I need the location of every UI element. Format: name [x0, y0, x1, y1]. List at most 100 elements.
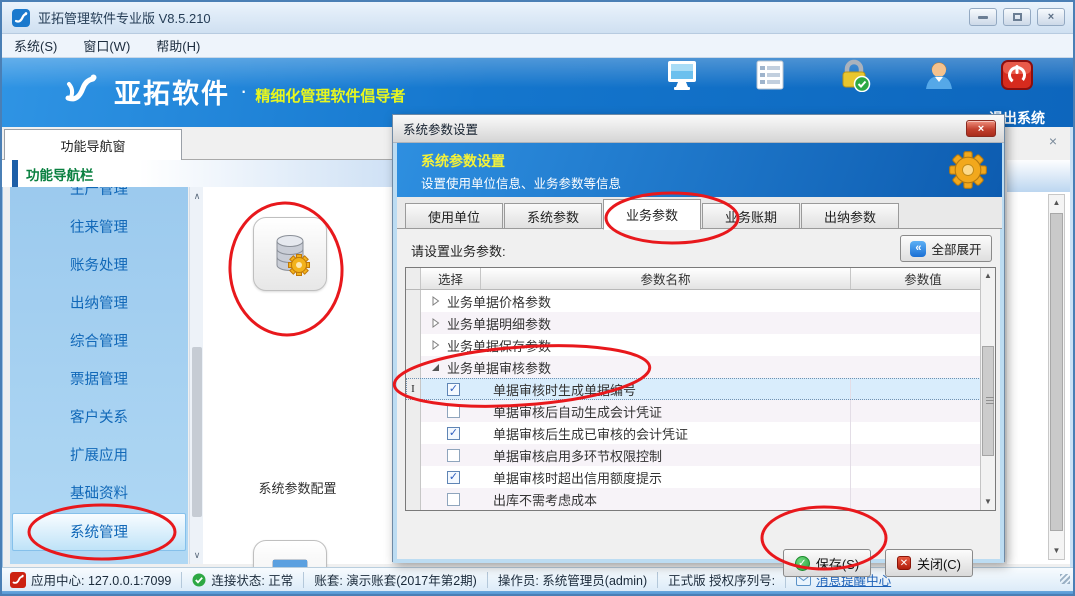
menu-system[interactable]: 系统(S) — [14, 36, 57, 55]
brand-name: 亚拓软件 — [114, 78, 230, 109]
minimize-button[interactable] — [969, 8, 997, 26]
sidebar-item-extensions[interactable]: 扩展应用 — [10, 437, 188, 475]
content-scrollbar[interactable]: ▲ ▼ — [1048, 194, 1065, 560]
param-value[interactable] — [851, 400, 995, 422]
checkbox-checked[interactable]: ✓ — [447, 426, 460, 440]
sidebar-item-basedata[interactable]: 基础资料 — [10, 475, 188, 513]
grid-header-row: 选择 参数名称 参数值 — [406, 268, 995, 290]
user-icon[interactable] — [922, 58, 956, 92]
content-close-icon[interactable]: × — [1044, 132, 1062, 150]
row-indicator — [406, 334, 421, 356]
expand-all-button[interactable]: « 全部展开 — [900, 235, 992, 262]
param-row-multi-stage[interactable]: 单据审核启用多环节权限控制 — [406, 444, 995, 466]
checkbox-checked[interactable]: ✓ — [447, 382, 460, 396]
scrollbar-thumb[interactable] — [192, 347, 202, 517]
group-row-label: 业务单据明细参数 — [447, 316, 552, 332]
close-button[interactable]: × — [1037, 8, 1065, 26]
group-row-price-params[interactable]: 业务单据价格参数 — [406, 290, 995, 312]
scroll-up-icon[interactable]: ▲ — [981, 268, 995, 284]
collapsed-triangle-icon[interactable] — [429, 295, 441, 307]
scroll-down-icon[interactable]: ▼ — [1049, 543, 1064, 559]
menu-window[interactable]: 窗口(W) — [83, 36, 130, 55]
sidebar-item-contacts[interactable]: 往来管理 — [10, 209, 188, 247]
param-row-audited-voucher[interactable]: ✓ 单据审核后生成已审核的会计凭证 — [406, 422, 995, 444]
col-header-param-value[interactable]: 参数值 — [851, 268, 995, 289]
param-row-outbound-cost[interactable]: 出库不需考虑成本 — [406, 488, 995, 510]
nav-sidebar: 生产管理 往来管理 账务处理 出纳管理 综合管理 票据管理 客户关系 扩展应用 … — [10, 187, 188, 564]
scrollbar-thumb[interactable] — [1050, 213, 1063, 531]
tab-cashier-params[interactable]: 出纳参数 — [801, 203, 899, 229]
param-name: 出库不需考虑成本 — [493, 492, 598, 508]
checkbox-unchecked[interactable] — [447, 404, 460, 418]
group-row-save-params[interactable]: 业务单据保存参数 — [406, 334, 995, 356]
connection-ok-icon — [192, 573, 206, 586]
tab-business-params[interactable]: 业务参数 — [603, 199, 701, 230]
param-value[interactable] — [851, 378, 995, 400]
close-button-label: 关闭(C) — [916, 556, 962, 572]
power-icon[interactable] — [1000, 58, 1034, 92]
main-window: 亚拓管理软件专业版 V8.5.210 × 系统(S) 窗口(W) 帮助(H) 亚… — [0, 0, 1075, 596]
sidebar-item-bills[interactable]: 票据管理 — [10, 361, 188, 399]
status-separator — [181, 571, 183, 588]
param-row-credit-limit[interactable]: ✓ 单据审核时超出信用额度提示 — [406, 466, 995, 488]
collapsed-triangle-icon[interactable] — [429, 339, 441, 351]
dialog-banner: 系统参数设置 设置使用单位信息、业务参数等信息 — [397, 143, 1002, 197]
status-account-text: 账套: 演示账套(2017年第2期) — [314, 574, 477, 588]
checkbox-unchecked[interactable] — [447, 448, 460, 462]
dialog-title-bar[interactable]: 系统参数设置 × — [393, 115, 1004, 143]
shortcut-system-params-button[interactable] — [253, 217, 327, 291]
minimize-icon — [978, 15, 988, 19]
group-row-detail-params[interactable]: 业务单据明细参数 — [406, 312, 995, 334]
param-value[interactable] — [851, 422, 995, 444]
collapsed-triangle-icon[interactable] — [429, 317, 441, 329]
scroll-up-icon[interactable]: ∧ — [190, 189, 204, 203]
scrollbar-thumb[interactable] — [982, 346, 994, 456]
monitor-icon[interactable] — [665, 58, 699, 92]
save-button[interactable]: ✓ 保存(S) — [783, 549, 871, 577]
checkbox-checked[interactable]: ✓ — [447, 470, 460, 484]
status-license-text: 正式版 授权序列号: — [668, 574, 776, 588]
lock-icon[interactable] — [837, 58, 871, 92]
close-icon: × — [1047, 10, 1055, 23]
window-title: 亚拓管理软件专业版 V8.5.210 — [38, 11, 211, 26]
sidebar-item-cashier[interactable]: 出纳管理 — [10, 285, 188, 323]
sidebar-item-system[interactable]: 系统管理 — [12, 513, 186, 551]
param-row-auto-voucher[interactable]: 单据审核后自动生成会计凭证 — [406, 400, 995, 422]
menu-help[interactable]: 帮助(H) — [156, 36, 200, 55]
dialog-banner-title: 系统参数设置 — [421, 153, 505, 169]
scroll-up-icon[interactable]: ▲ — [1049, 195, 1064, 211]
scroll-down-icon[interactable]: ∨ — [190, 548, 204, 562]
grid-indicator-header — [406, 268, 421, 289]
dialog-close-button[interactable]: × — [966, 120, 996, 137]
scroll-down-icon[interactable]: ▼ — [981, 494, 995, 510]
status-app-center-text: 应用中心: 127.0.0.1:7099 — [31, 574, 172, 588]
row-indicator-current: I — [406, 378, 421, 400]
expanded-triangle-icon[interactable] — [429, 361, 441, 373]
tab-business-period[interactable]: 业务账期 — [702, 203, 800, 229]
group-row-audit-params[interactable]: 业务单据审核参数 — [406, 356, 995, 378]
col-header-param-name[interactable]: 参数名称 — [481, 268, 851, 289]
param-value[interactable] — [851, 488, 995, 510]
grid-scrollbar[interactable]: ▲ ▼ — [980, 268, 995, 510]
sidebar-item-accounting[interactable]: 账务处理 — [10, 247, 188, 285]
sidebar-item-crm[interactable]: 客户关系 — [10, 399, 188, 437]
row-indicator — [406, 422, 421, 444]
form-icon[interactable] — [753, 58, 787, 92]
sidebar-scrollbar[interactable]: ∧ ∨ — [189, 187, 203, 564]
tab-system-params[interactable]: 系统参数 — [504, 203, 602, 229]
param-value[interactable] — [851, 466, 995, 488]
nav-accent-bar — [12, 160, 18, 187]
dialog-banner-subtitle: 设置使用单位信息、业务参数等信息 — [421, 177, 622, 191]
maximize-button[interactable] — [1003, 8, 1031, 26]
sidebar-item-comprehensive[interactable]: 综合管理 — [10, 323, 188, 361]
sidebar-item-production[interactable]: 生产管理 — [10, 187, 188, 209]
col-header-select[interactable]: 选择 — [421, 268, 481, 289]
checkbox-unchecked[interactable] — [447, 492, 460, 506]
close-dialog-button[interactable]: ✕ 关闭(C) — [885, 549, 973, 577]
tab-company-info[interactable]: 使用单位 — [405, 203, 503, 229]
brand-logo-icon — [65, 74, 97, 102]
resize-grip[interactable] — [1060, 574, 1070, 584]
tab-nav-window[interactable]: 功能导航窗 — [4, 129, 182, 160]
param-row-generate-number[interactable]: I ✓ 单据审核时生成单据编号 — [406, 378, 995, 400]
param-value[interactable] — [851, 444, 995, 466]
